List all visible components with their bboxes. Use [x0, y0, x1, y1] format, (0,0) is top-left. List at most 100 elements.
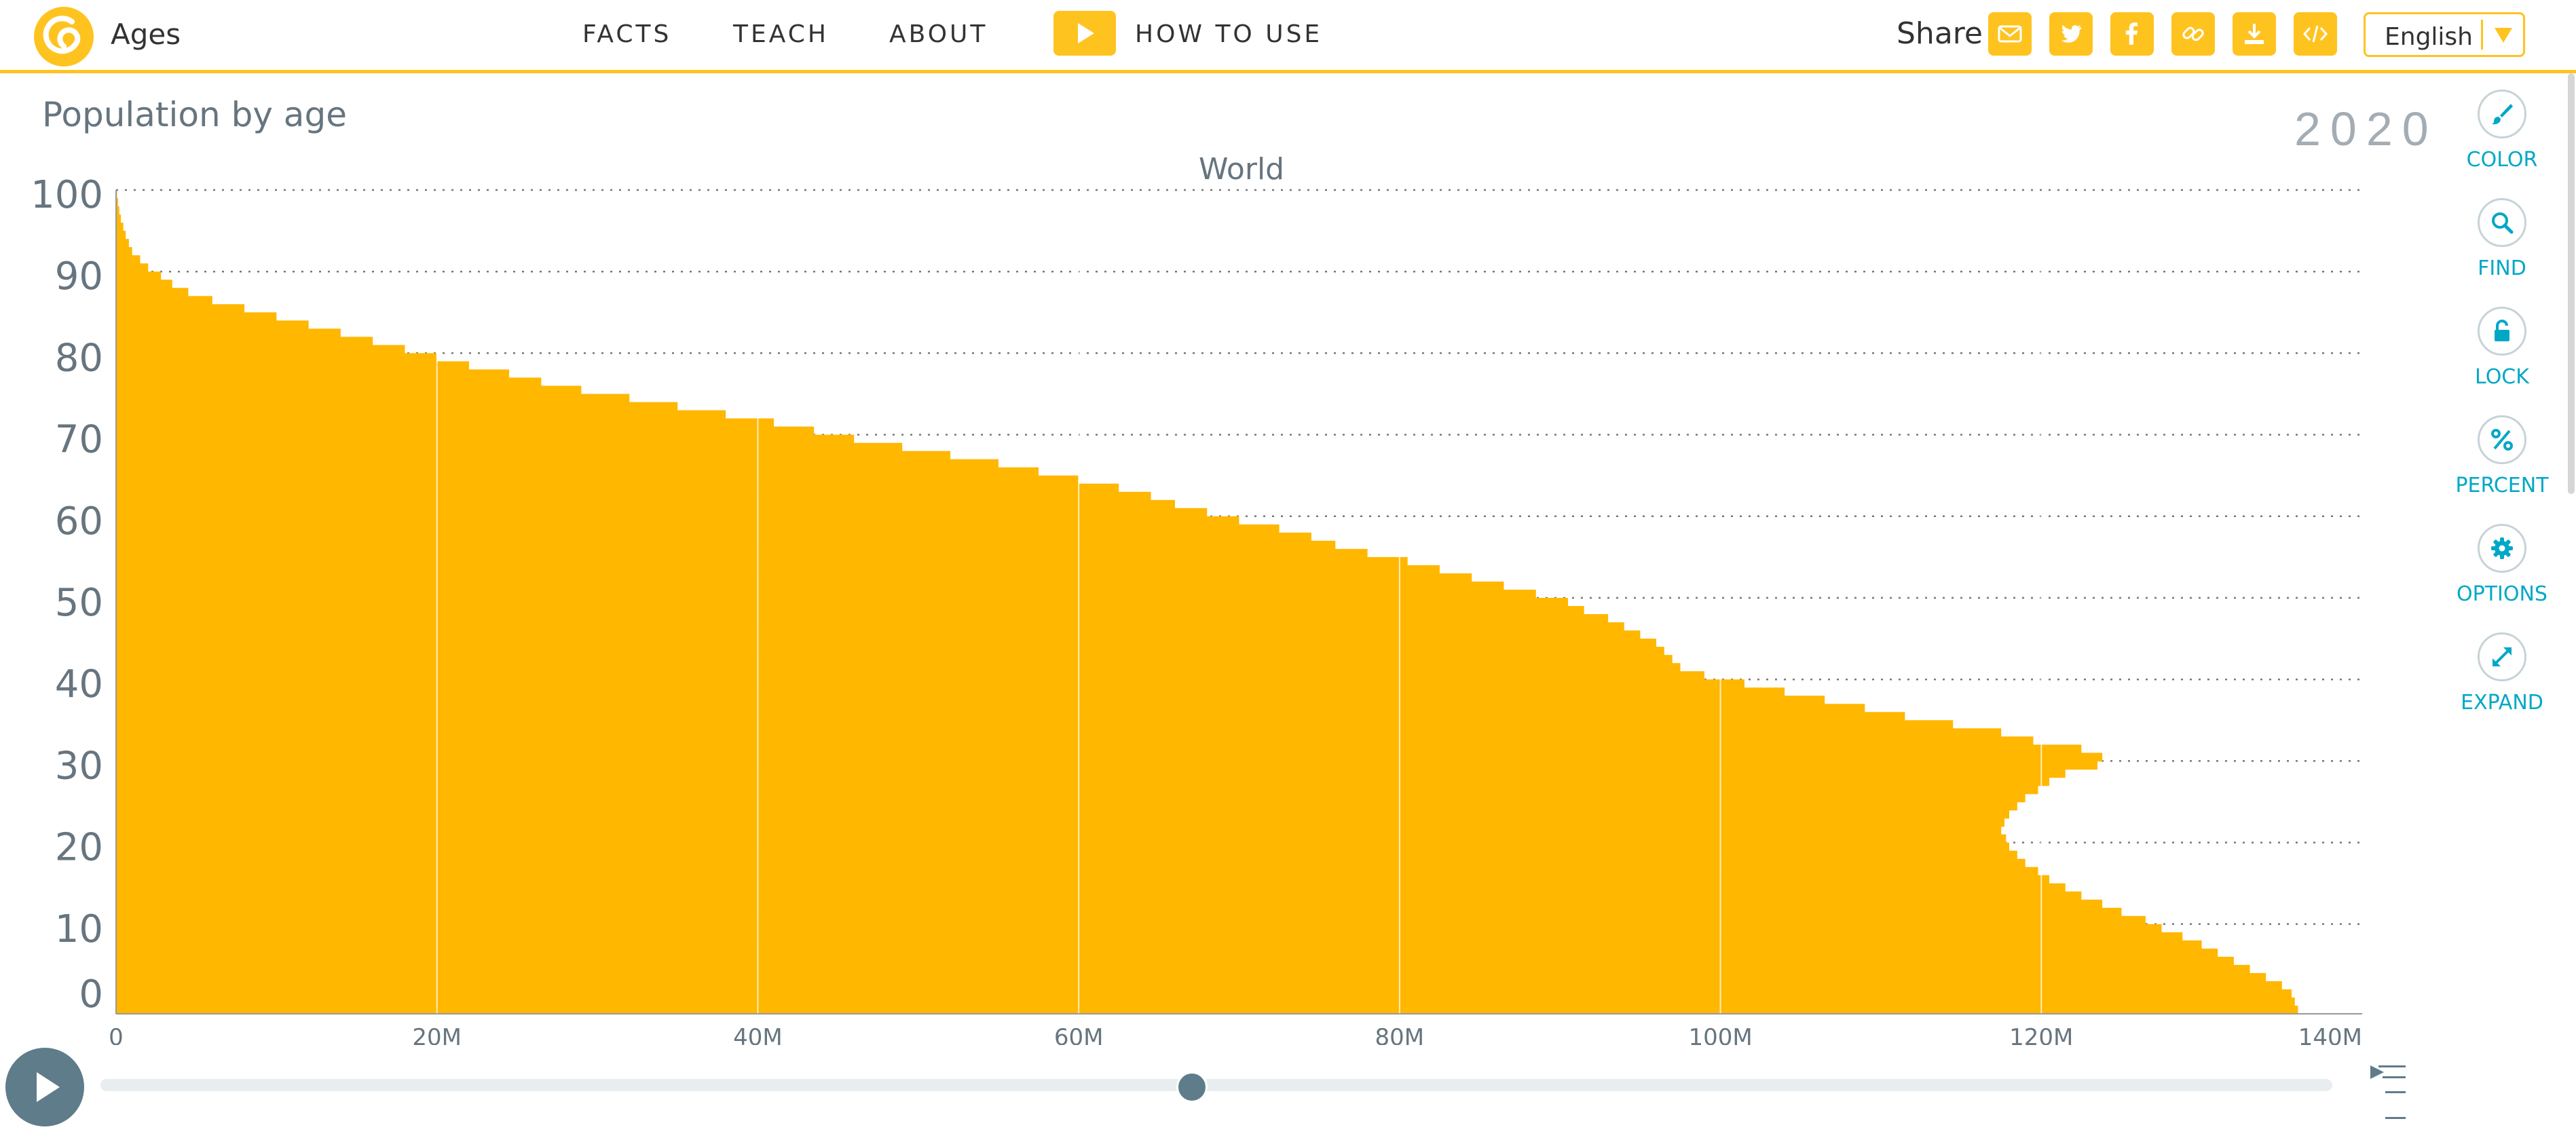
bar-age-81[interactable] [116, 345, 405, 354]
bar-age-34[interactable] [116, 728, 2002, 738]
bar-age-90[interactable] [116, 271, 162, 281]
bar-age-25[interactable] [116, 801, 2017, 811]
bar-age-58[interactable] [116, 532, 1311, 542]
bar-age-71[interactable] [116, 426, 815, 436]
bar-age-8[interactable] [116, 940, 2202, 949]
bar-age-3[interactable] [116, 981, 2282, 990]
bar-age-37[interactable] [116, 704, 1865, 713]
bar-age-84[interactable] [116, 320, 309, 330]
bar-age-5[interactable] [116, 964, 2250, 974]
bar-age-31[interactable] [116, 753, 2103, 762]
bar-age-91[interactable] [116, 263, 149, 272]
bar-age-24[interactable] [116, 810, 2010, 819]
bar-age-75[interactable] [116, 394, 630, 403]
bar-age-7[interactable] [116, 948, 2218, 957]
bar-age-23[interactable] [116, 818, 2004, 827]
bar-age-97[interactable] [116, 214, 122, 223]
bar-age-2[interactable] [116, 989, 2292, 998]
bar-age-22[interactable] [116, 826, 2002, 835]
bar-age-93[interactable] [116, 247, 132, 256]
bar-age-89[interactable] [116, 280, 172, 289]
bar-age-88[interactable] [116, 288, 189, 297]
bar-age-19[interactable] [116, 850, 2017, 860]
bar-age-52[interactable] [116, 581, 1504, 590]
bar-age-70[interactable] [116, 434, 855, 444]
bar-age-87[interactable] [116, 296, 212, 305]
bar-age-46[interactable] [116, 630, 1641, 639]
bar-age-77[interactable] [116, 377, 542, 387]
bar-age-76[interactable] [116, 385, 582, 395]
bar-age-59[interactable] [116, 524, 1280, 533]
bar-age-60[interactable] [116, 516, 1239, 525]
bar-age-0[interactable] [116, 1005, 2298, 1014]
bar-age-61[interactable] [116, 508, 1208, 517]
bar-age-13[interactable] [116, 899, 2103, 909]
tool-percent[interactable]: PERCENT [2444, 415, 2566, 524]
bar-age-40[interactable] [116, 679, 1745, 689]
bar-age-14[interactable] [116, 891, 2082, 900]
bar-age-17[interactable] [116, 867, 2038, 876]
bar-age-11[interactable] [116, 915, 2146, 925]
bar-age-62[interactable] [116, 499, 1175, 509]
bar-age-35[interactable] [116, 720, 1954, 729]
bar-age-49[interactable] [116, 606, 1584, 615]
time-slider-thumb[interactable] [1176, 1071, 1208, 1103]
bar-age-63[interactable] [116, 491, 1151, 501]
bar-age-95[interactable] [116, 231, 126, 240]
bar-age-33[interactable] [116, 736, 2034, 746]
bar-age-57[interactable] [116, 540, 1336, 550]
bar-age-6[interactable] [116, 956, 2234, 966]
bar-age-36[interactable] [116, 712, 1905, 721]
bar-age-78[interactable] [116, 369, 510, 379]
bar-age-92[interactable] [116, 255, 141, 264]
bar-age-29[interactable] [116, 769, 2066, 778]
tool-lock[interactable]: LOCK [2444, 307, 2566, 415]
bar-age-79[interactable] [116, 361, 469, 371]
bar-age-16[interactable] [116, 875, 2050, 884]
bar-age-53[interactable] [116, 573, 1472, 582]
bar-age-64[interactable] [116, 483, 1119, 493]
bar-age-45[interactable] [116, 639, 1657, 647]
bar-age-65[interactable] [116, 475, 1079, 485]
bar-age-85[interactable] [116, 312, 277, 322]
bar-age-56[interactable] [116, 548, 1368, 558]
bar-age-1[interactable] [116, 997, 2295, 1006]
bar-age-21[interactable] [116, 834, 2006, 843]
forecast-icon[interactable] [2369, 1063, 2407, 1124]
bar-age-41[interactable] [116, 671, 1704, 680]
bar-age-4[interactable] [116, 972, 2266, 982]
bar-age-51[interactable] [116, 589, 1536, 599]
bar-age-48[interactable] [116, 614, 1609, 623]
bar-age-82[interactable] [116, 337, 373, 346]
bar-age-96[interactable] [116, 223, 124, 231]
bar-age-12[interactable] [116, 907, 2122, 917]
bar-age-28[interactable] [116, 777, 2050, 786]
bar-age-83[interactable] [116, 328, 341, 338]
bar-age-80[interactable] [116, 353, 437, 362]
bar-age-47[interactable] [116, 622, 1624, 631]
tool-expand[interactable]: EXPAND [2444, 632, 2566, 741]
bar-age-86[interactable] [116, 304, 245, 314]
chart-title[interactable]: Population by age [42, 95, 347, 134]
bar-age-39[interactable] [116, 687, 1785, 697]
bar-age-30[interactable] [116, 761, 2098, 770]
tool-find[interactable]: FIND [2444, 198, 2566, 307]
bar-age-43[interactable] [116, 655, 1673, 664]
bar-age-38[interactable] [116, 696, 1825, 705]
bar-age-50[interactable] [116, 597, 1569, 607]
time-slider-track[interactable] [100, 1079, 2332, 1091]
bar-age-68[interactable] [116, 451, 951, 460]
bar-age-9[interactable] [116, 932, 2183, 941]
bar-age-67[interactable] [116, 459, 998, 468]
bar-age-74[interactable] [116, 402, 678, 411]
tool-options[interactable]: OPTIONS [2444, 524, 2566, 632]
bar-age-54[interactable] [116, 565, 1440, 574]
bar-age-10[interactable] [116, 924, 2162, 933]
bar-age-73[interactable] [116, 410, 726, 419]
bar-age-26[interactable] [116, 793, 2026, 803]
bar-age-32[interactable] [116, 744, 2082, 754]
bar-age-44[interactable] [116, 647, 1664, 656]
page-scrollbar[interactable] [2568, 73, 2575, 494]
bar-age-66[interactable] [116, 467, 1039, 476]
bar-age-42[interactable] [116, 663, 1681, 672]
